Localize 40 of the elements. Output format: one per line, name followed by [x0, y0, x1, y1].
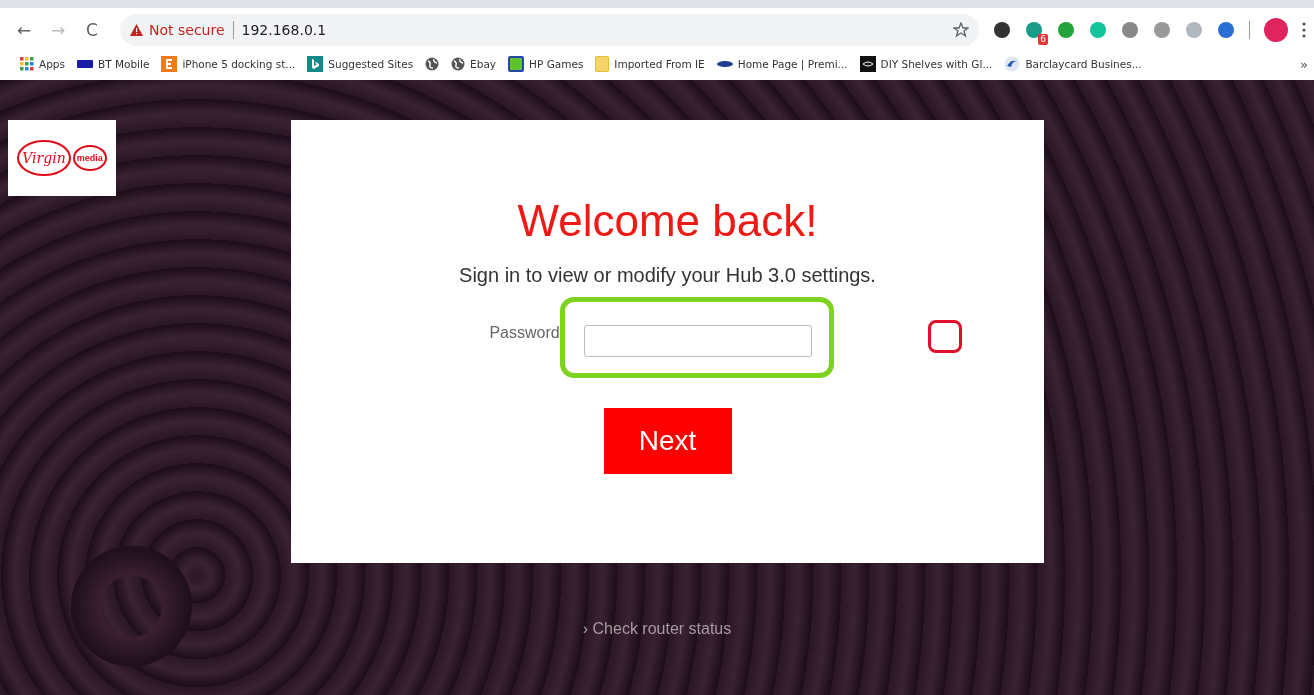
password-field[interactable] — [583, 325, 812, 357]
squiggle-square-icon — [859, 56, 876, 72]
brand-logo: Virgin media — [8, 120, 116, 196]
bookmark-item[interactable]: Home Page | Premi... — [716, 58, 848, 70]
bt-logo-icon — [77, 59, 93, 69]
globe-icon — [451, 57, 466, 71]
url-text: 192.168.0.1 — [241, 22, 328, 38]
back-arrow-button[interactable]: ← — [14, 20, 34, 40]
folder-icon — [595, 56, 610, 72]
password-label: Password — [489, 323, 560, 342]
swirl-circle-icon — [1004, 56, 1021, 72]
bookmark-item[interactable]: Apps — [20, 57, 65, 71]
profile-avatar[interactable] — [1264, 18, 1288, 42]
reload-button[interactable]: C — [82, 20, 102, 40]
check-router-status-link[interactable]: › Check router status — [582, 620, 732, 638]
address-bar[interactable]: Not secure 192.168.0.1 — [120, 14, 979, 46]
star-icon[interactable] — [953, 22, 969, 38]
bing-square-icon — [307, 56, 324, 72]
w-square-icon — [508, 56, 525, 72]
kebab-menu-icon[interactable] — [1302, 22, 1306, 38]
bookmark-item[interactable]: Ebay — [451, 57, 497, 71]
sign-in-instructions: Sign in to view or modify your Hub 3.0 settings. — [459, 264, 876, 287]
next-button[interactable]: Next — [603, 408, 732, 474]
welcome-title: Welcome back! — [517, 196, 818, 246]
security-label: Not secure — [149, 22, 225, 38]
globe-icon — [425, 57, 440, 71]
bookmark-item[interactable]: Imported From IE — [595, 56, 705, 72]
warning-triangle-icon — [130, 24, 143, 36]
apps-grid-icon — [20, 57, 34, 71]
bookmark-item[interactable]: iPhone 5 docking st... — [161, 56, 296, 72]
bookmark-item[interactable]: HP Games — [508, 56, 584, 72]
bookmark-item[interactable]: DIY Shelves with Gl... — [859, 56, 993, 72]
bookmark-item[interactable]: Barclaycard Busines... — [1004, 56, 1142, 72]
bookmark-item[interactable]: Suggested Sites — [307, 56, 414, 72]
bookmark-item[interactable]: BT Mobile — [77, 58, 150, 70]
oval-icon — [716, 60, 733, 68]
letter-square-icon — [161, 56, 178, 72]
notification-badge: 6 — [1038, 34, 1048, 45]
bookmarks-overflow-button[interactable]: » — [1300, 56, 1308, 72]
annotation-square — [928, 320, 962, 353]
